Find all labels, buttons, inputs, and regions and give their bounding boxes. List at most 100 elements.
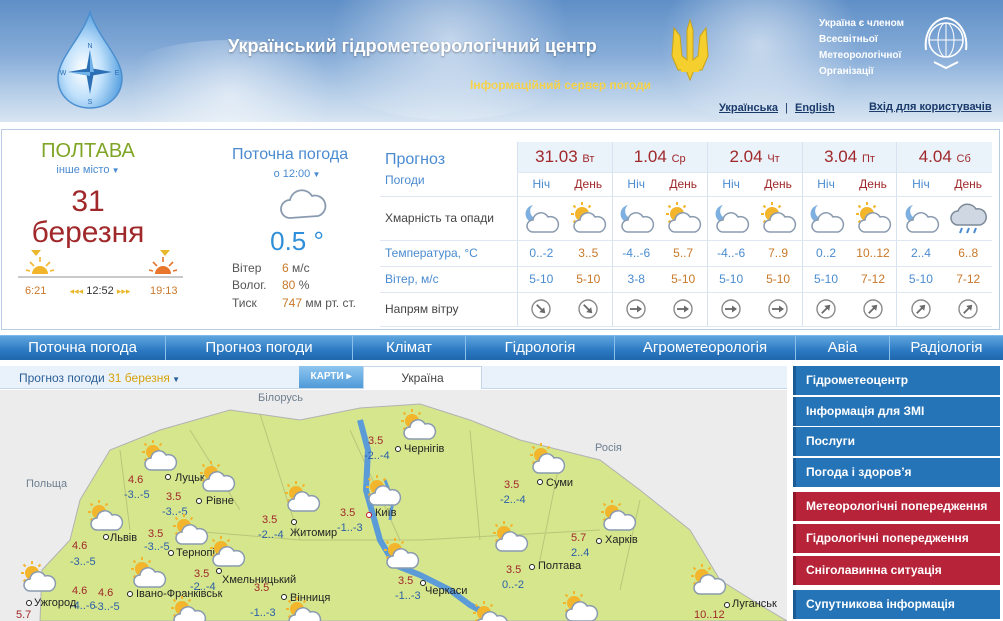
partly-cloudy-sun-icon	[562, 590, 599, 621]
map-city-name[interactable]: Черкаси	[425, 585, 467, 597]
forecast-temp-row: Температура, °C 0..-2 3..5 -4..-6 5..7 -4..-…	[380, 240, 992, 267]
nav-climate[interactable]: Клімат	[353, 336, 466, 360]
forecast-date-cell: 31.03 Вт	[516, 142, 613, 173]
forecast-dir-cell	[611, 292, 660, 327]
map-day-temp: 4.6	[98, 587, 114, 599]
other-city-dropdown[interactable]: інше місто ▼	[2, 164, 174, 176]
tab-maps-label[interactable]: КАРТИ	[311, 371, 344, 382]
date-month: березня	[31, 216, 145, 249]
login-link[interactable]: Вхід для користувачів	[869, 101, 992, 113]
lang-separator: |	[785, 102, 788, 114]
sidebar-item-hydrometcenter[interactable]: Гідрометеоцентр	[793, 366, 1000, 395]
chevron-down-icon[interactable]: ▼	[109, 166, 120, 175]
map-city-name[interactable]: Ужгород	[34, 597, 76, 609]
forecast-temp: 10..12	[849, 240, 897, 267]
partly-cloudy-sun-icon	[529, 442, 566, 474]
humidity-unit: %	[298, 278, 310, 292]
site-title[interactable]: Український гідрометеорологічний центр	[228, 36, 597, 57]
capital-dot	[366, 512, 372, 518]
nav-aviation[interactable]: Авіа	[796, 336, 890, 360]
partly-cloudy-sun-icon	[854, 201, 892, 233]
neighbor-label: Росія	[595, 442, 622, 454]
clouds-row-label: Хмарність та опади	[380, 196, 518, 241]
wmo-emblem-icon[interactable]	[918, 12, 974, 72]
chevron-down-icon[interactable]: ▼	[170, 375, 180, 384]
map-night-temp: -2..-4	[500, 494, 526, 506]
map-city-name[interactable]: Київ	[375, 507, 396, 519]
map-day-temp: 3.5	[398, 575, 414, 587]
map-city-name[interactable]: Чернігів	[404, 443, 444, 455]
wmo-membership-text: Україна є членом Всесвітньої Метеорологі…	[819, 16, 904, 80]
map-day-temp: 10..12	[694, 609, 725, 621]
sidebar-item-avalanche[interactable]: Сніголавинна ситуація	[793, 556, 1000, 585]
map-city-name[interactable]: Луганськ	[732, 598, 777, 610]
forecast-wind: 7-12	[849, 266, 897, 293]
forecast-period-label: День	[944, 172, 992, 197]
city-dot	[724, 602, 730, 608]
forecast-dir-cell	[516, 292, 565, 327]
sidebar-item-media[interactable]: Інформація для ЗМІ	[793, 397, 1000, 426]
current-temperature: 0.5 °	[270, 226, 324, 256]
sidebar-item-weather-health[interactable]: Погода і здоров’я	[793, 458, 1000, 487]
lang-english-link[interactable]: English	[795, 102, 835, 114]
map-night-temp: -1..-3	[395, 590, 421, 602]
forecast-period-label: День	[659, 172, 708, 197]
water-drop-logo-icon[interactable]: N S W E	[52, 10, 128, 110]
map-day-temp: 5.7	[16, 609, 32, 621]
compass-w-label: W	[60, 70, 67, 77]
forecast-dir-cell	[659, 292, 708, 327]
chevron-right-icon[interactable]: ▸	[344, 371, 351, 382]
sunrise-icon	[26, 257, 54, 274]
tab-forecast-date-value[interactable]: 31 березня	[108, 371, 170, 385]
sunset-time: 19:13	[150, 285, 178, 297]
city-name: ПОЛТАВА	[41, 140, 135, 162]
east-arrow-icon	[626, 299, 647, 319]
forecast-table: Прогноз Погоди 31.03 Вт 1.04 Ср 2.04 Чт …	[380, 142, 992, 327]
sunrise-time: 6:21	[25, 285, 47, 297]
temp-row-label: Температура, °C	[380, 240, 518, 267]
map-city-name[interactable]: Рівне	[206, 495, 234, 507]
map-night-temp: -3..-5	[124, 489, 150, 501]
forecast-wind: 5-10	[564, 266, 613, 293]
nav-forecast[interactable]: Прогноз погоди	[166, 336, 353, 360]
other-city-label[interactable]: інше місто	[56, 164, 109, 176]
north-east-arrow-icon	[815, 298, 838, 320]
current-time[interactable]: о 12:00	[274, 168, 311, 180]
sidebar-item-satellite[interactable]: Супутникова інформація	[793, 590, 1000, 619]
map-city-name[interactable]: Полтава	[538, 560, 581, 572]
pressure-label: Тиск	[232, 296, 257, 310]
nav-hydrology[interactable]: Гідрологія	[466, 336, 615, 360]
forecast-icon-cell	[849, 196, 897, 241]
trident-emblem-icon	[671, 18, 709, 82]
forecast-dow: Вт	[582, 152, 595, 165]
map-day-temp: 3.5	[368, 435, 384, 447]
site-subtitle: Інформаційний сервер погоди	[470, 78, 652, 92]
forecast-period-label: День	[754, 172, 803, 197]
map-night-temp: 0..-2	[502, 579, 525, 591]
forecast-temp: 5..7	[659, 240, 708, 267]
sidebar-item-hydro-warnings[interactable]: Гідрологічні попередження	[793, 524, 1000, 553]
tab-maps[interactable]: КАРТИ ▸	[299, 366, 363, 388]
map-city-name[interactable]: Суми	[546, 477, 573, 489]
tab-ukraine[interactable]: Україна	[363, 366, 482, 389]
map-city-name[interactable]: Харків	[605, 534, 638, 546]
tab-forecast-date[interactable]: Прогноз погоди 31 березня ▼	[19, 371, 180, 385]
map-day-temp: 4.6	[72, 540, 88, 552]
map-city-name[interactable]: Житомир	[290, 527, 337, 539]
forecast-map[interactable]: Білорусь Росія Польща 3.5 -2..-4 Чернігі…	[0, 390, 787, 621]
tab-forecast-label[interactable]: Прогноз погоди	[19, 371, 105, 385]
sidebar-item-services[interactable]: Послуги	[793, 427, 1000, 456]
map-night-temp: -3..-5	[70, 556, 96, 568]
current-time-dropdown[interactable]: о 12:00 ▼	[232, 168, 362, 180]
nav-agrometeorology[interactable]: Агрометеорологія	[615, 336, 796, 360]
map-city-name[interactable]: Львів	[110, 532, 137, 544]
forecast-dow: Ср	[671, 152, 686, 165]
sidebar-item-meteo-warnings[interactable]: Метеорологічні попередження	[793, 492, 1000, 521]
lang-ukrainian-link[interactable]: Українська	[719, 102, 778, 114]
nav-current-weather[interactable]: Поточна погода	[0, 336, 166, 360]
forecast-temp: 6..8	[944, 240, 992, 267]
city-dot	[165, 474, 171, 480]
chevron-down-icon[interactable]: ▼	[310, 170, 321, 179]
forecast-icon-cell	[564, 196, 613, 241]
nav-radiology[interactable]: Радіологія	[890, 336, 1003, 360]
